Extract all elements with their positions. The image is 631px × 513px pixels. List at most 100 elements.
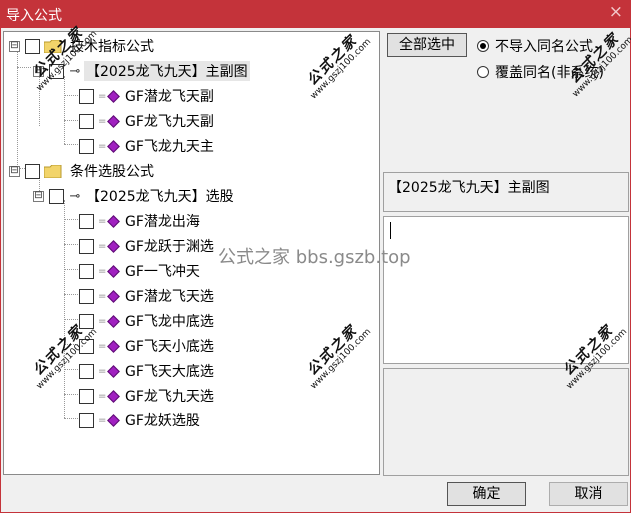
diamond-icon [107, 89, 120, 103]
tree-line [64, 95, 80, 96]
ok-button[interactable]: 确定 [447, 482, 526, 506]
radio-label: 覆盖同名(非系统) [495, 65, 604, 81]
checkbox[interactable] [79, 388, 94, 404]
checkbox[interactable] [79, 113, 94, 129]
link-icon: ⊸ [69, 188, 81, 204]
tree-node-screening-formula: ⊟ ⊸ 【2025龙飞九天】选股 [33, 185, 236, 207]
tree-label: GF潜龙出海 [125, 214, 200, 230]
close-icon[interactable]: × [609, 2, 623, 22]
notes-box [383, 368, 629, 476]
text-cursor [390, 222, 391, 239]
tree-line [64, 144, 80, 145]
tree-line [64, 344, 80, 345]
checkbox[interactable] [79, 238, 94, 254]
tree-line [64, 219, 80, 220]
diamond-icon [107, 114, 120, 128]
radio-label: 不导入同名公式 [495, 39, 593, 55]
tree-item[interactable]: = GF潜龙飞天副 [79, 85, 216, 107]
diamond-icon [107, 364, 120, 378]
cancel-button[interactable]: 取消 [549, 482, 628, 506]
diamond-icon [107, 139, 120, 153]
diamond-icon [107, 389, 120, 403]
formula-tree[interactable]: ⊟ 技术指标公式 ⊟ ⊸ 【2025龙飞九天】主副图 = GF潜龙飞天副 = G… [3, 31, 380, 475]
tree-label: GF一飞冲天 [125, 264, 200, 280]
tree-node-screening-group: ⊟ 条件选股公式 [9, 160, 156, 182]
tree-item[interactable]: = GF一飞冲天 [79, 260, 202, 282]
checkbox[interactable] [79, 213, 94, 229]
tree-item[interactable]: = GF潜龙飞天选 [79, 285, 216, 307]
radio-overwrite-duplicates[interactable]: 覆盖同名(非系统) [477, 62, 604, 82]
checkbox[interactable] [79, 412, 94, 428]
tree-line [64, 418, 80, 419]
tree-line [64, 120, 80, 121]
description-textarea[interactable] [383, 216, 629, 364]
tree-item[interactable]: = GF飞龙九天主 [79, 135, 216, 157]
collapse-toggle[interactable]: ⊟ [9, 40, 20, 52]
tree-item[interactable]: = GF潜龙出海 [79, 210, 202, 232]
tree-label: 技术指标公式 [70, 39, 154, 55]
collapse-toggle[interactable]: ⊟ [33, 65, 44, 77]
tree-label[interactable]: 【2025龙飞九天】主副图 [84, 61, 250, 81]
collapse-toggle[interactable]: ⊟ [33, 190, 44, 202]
checkbox[interactable] [79, 363, 94, 379]
tree-label: GF龙飞九天选 [125, 389, 214, 405]
tree-line [64, 244, 80, 245]
link-icon: ⊸ [69, 63, 81, 79]
checkbox[interactable] [25, 38, 40, 54]
tree-line [17, 67, 31, 68]
tree-line [64, 269, 80, 270]
diamond-icon [107, 339, 120, 353]
tree-line [64, 394, 80, 395]
tree-line [64, 369, 80, 370]
collapse-toggle[interactable]: ⊟ [9, 165, 20, 177]
radio-button[interactable] [477, 40, 489, 52]
diamond-icon [107, 289, 120, 303]
tree-item[interactable]: = GF龙飞九天选 [79, 385, 216, 407]
tree-line [64, 76, 65, 144]
tree-item[interactable]: = GF龙跃于渊选 [79, 235, 216, 257]
tree-item[interactable]: = GF飞龙中底选 [79, 310, 216, 332]
tree-label[interactable]: 【2025龙飞九天】选股 [84, 186, 236, 206]
checkbox[interactable] [49, 188, 64, 204]
tree-label: 条件选股公式 [70, 164, 154, 180]
formula-name: 【2025龙飞九天】主副图 [388, 180, 550, 196]
tree-label: GF飞龙中底选 [125, 314, 214, 330]
formula-name-box: 【2025龙飞九天】主副图 [383, 172, 629, 212]
diamond-icon [107, 239, 120, 253]
checkbox[interactable] [49, 63, 64, 79]
select-all-button[interactable]: 全部选中 [387, 33, 467, 57]
checkbox[interactable] [79, 263, 94, 279]
tree-line [64, 200, 65, 418]
tree-line [39, 76, 40, 126]
diamond-icon [107, 413, 120, 427]
window-title: 导入公式 [6, 8, 62, 24]
tree-item[interactable]: = GF飞天小底选 [79, 335, 216, 357]
checkbox[interactable] [79, 288, 94, 304]
checkbox[interactable] [79, 338, 94, 354]
tree-item[interactable]: = GF飞天大底选 [79, 360, 216, 382]
tree-label: GF潜龙飞天选 [125, 289, 214, 305]
tree-label: GF龙妖选股 [125, 413, 200, 429]
tree-label: GF龙跃于渊选 [125, 239, 214, 255]
radio-skip-duplicates[interactable]: 不导入同名公式 [477, 36, 593, 56]
tree-line [64, 319, 80, 320]
tree-item[interactable]: = GF龙妖选股 [79, 409, 202, 431]
checkbox[interactable] [25, 163, 40, 179]
tree-node-indicator-group: ⊟ 技术指标公式 [9, 35, 156, 57]
diamond-icon [107, 314, 120, 328]
folder-icon [44, 39, 62, 53]
checkbox[interactable] [79, 313, 94, 329]
radio-button[interactable] [477, 66, 489, 78]
folder-icon [44, 164, 62, 178]
checkbox[interactable] [79, 88, 94, 104]
diamond-icon [107, 264, 120, 278]
checkbox[interactable] [79, 138, 94, 154]
title-bar: 导入公式 × [0, 0, 631, 28]
diamond-icon [107, 214, 120, 228]
tree-item[interactable]: = GF龙飞九天副 [79, 110, 216, 132]
tree-label: GF龙飞九天副 [125, 114, 214, 130]
tree-label: GF飞龙九天主 [125, 139, 214, 155]
tree-label: GF潜龙飞天副 [125, 89, 214, 105]
tree-node-main-formula: ⊟ ⊸ 【2025龙飞九天】主副图 [33, 60, 250, 82]
tree-label: GF飞天小底选 [125, 339, 214, 355]
